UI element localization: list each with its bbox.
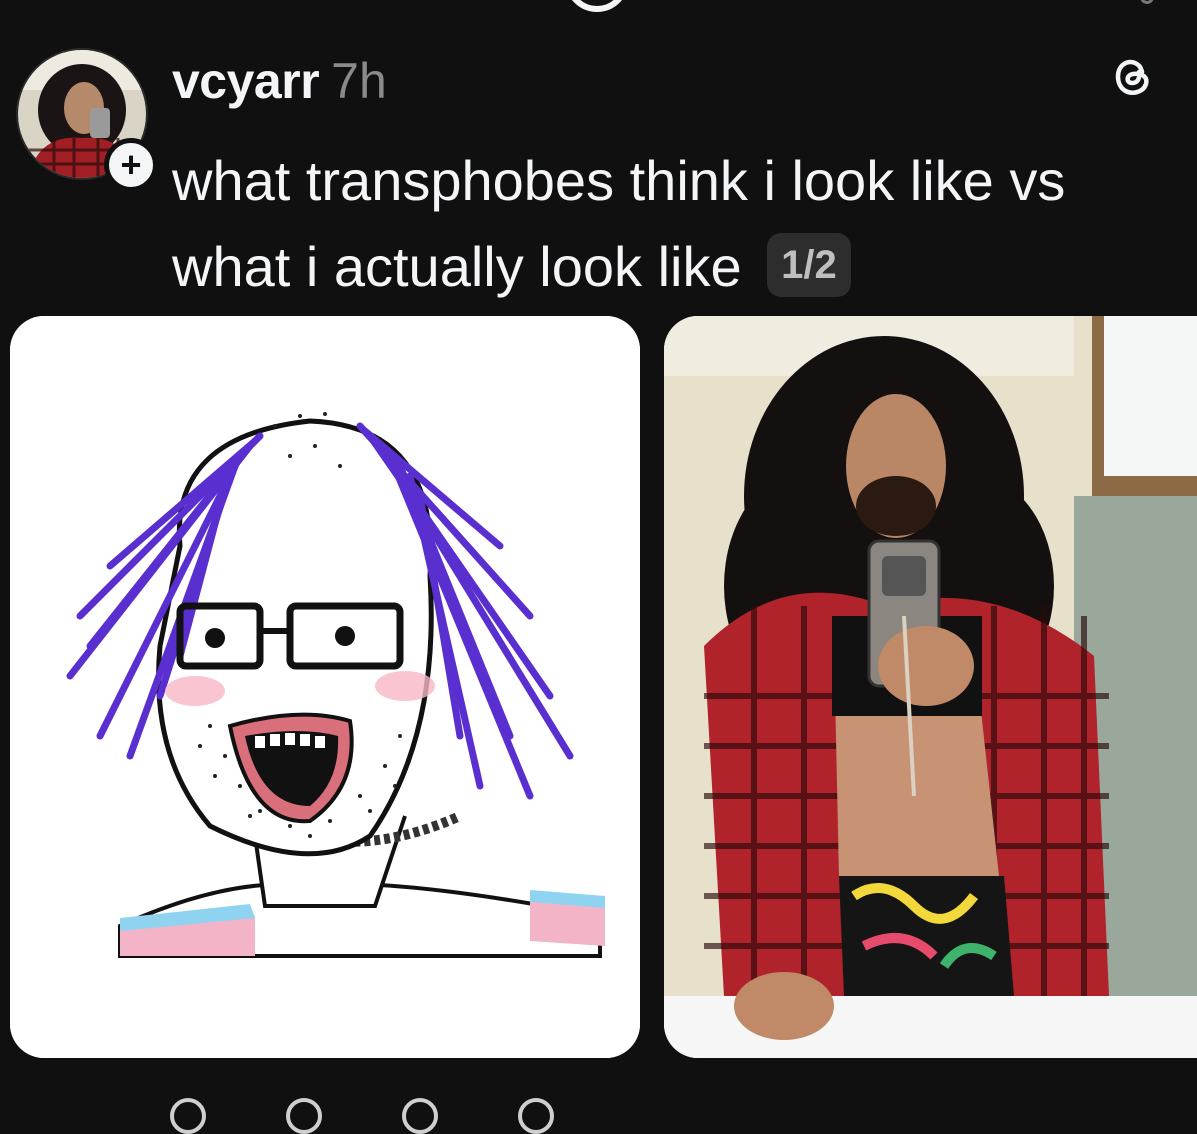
repost-icon — [402, 1098, 438, 1134]
avatar[interactable]: + — [16, 48, 158, 192]
timestamp: 7h — [331, 53, 387, 109]
follow-plus-icon[interactable]: + — [104, 138, 158, 192]
repost-button[interactable] — [402, 1098, 438, 1134]
top-tab-icon[interactable] — [565, 0, 629, 12]
threads-logo-icon[interactable] — [1108, 52, 1156, 100]
comment-icon — [286, 1098, 322, 1134]
reply-button[interactable] — [286, 1098, 322, 1134]
like-button[interactable] — [170, 1098, 206, 1134]
share-icon — [518, 1098, 554, 1134]
heart-icon — [170, 1098, 206, 1134]
page-indicator-badge: 1/2 — [767, 233, 851, 298]
post-text: what transphobes think i look like vs wh… — [172, 138, 1172, 310]
top-more-icon[interactable] — [1140, 0, 1154, 4]
post-body: what transphobes think i look like vs wh… — [172, 149, 1066, 298]
share-button[interactable] — [518, 1098, 554, 1134]
username[interactable]: vcyarr — [172, 52, 320, 110]
post-image-photo[interactable] — [664, 316, 1197, 1058]
post-image-drawing[interactable] — [10, 316, 640, 1058]
